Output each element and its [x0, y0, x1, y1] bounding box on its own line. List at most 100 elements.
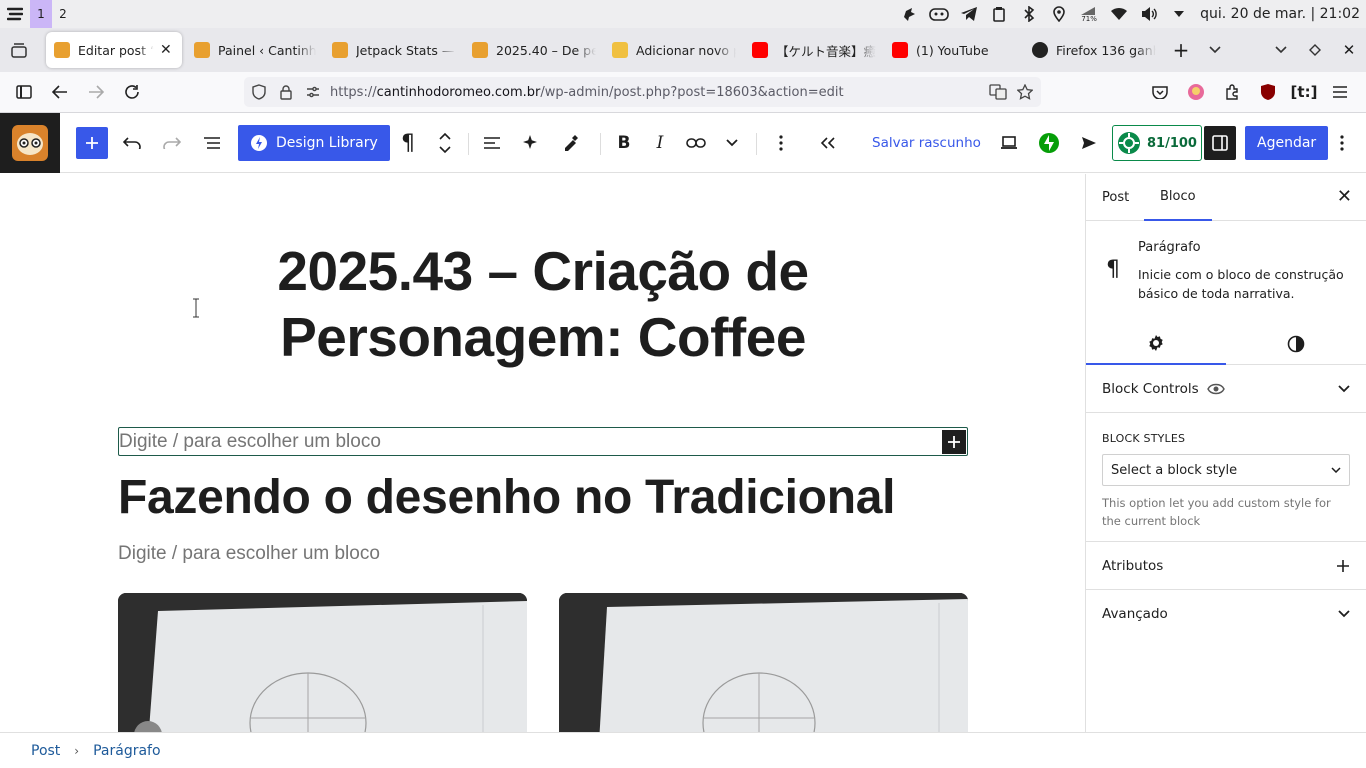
profile-avatar-icon[interactable] [1178, 72, 1214, 112]
attributes-panel[interactable]: Atributos [1086, 542, 1366, 590]
save-draft-button[interactable]: Salvar rascunho [872, 113, 981, 173]
battery-icon[interactable]: 71% [1074, 0, 1104, 28]
window-close-icon[interactable]: ✕ [1332, 28, 1366, 72]
post-title[interactable]: 2025.43 – Criação de Personagem: Coffee [118, 238, 968, 370]
block-placeholder: Digite / para escolher um bloco [119, 430, 381, 452]
tab-label: 2025.40 – De perto [496, 42, 596, 58]
jetpack-icon[interactable] [1034, 113, 1064, 173]
tab-youtube[interactable]: (1) YouTube [884, 32, 1024, 68]
inline-add-block-button[interactable] [942, 430, 966, 454]
tab-block[interactable]: Bloco [1144, 174, 1212, 221]
more-formatting-chevron-icon[interactable] [718, 113, 746, 173]
address-bar[interactable]: https://cantinhodoromeo.com.br/wp-admin/… [244, 77, 1041, 107]
translate-icon[interactable] [989, 84, 1007, 100]
seo-score-button[interactable]: 81/100 [1112, 113, 1202, 173]
tab-overview-icon[interactable] [0, 28, 38, 72]
publish-send-icon[interactable] [1074, 113, 1104, 173]
tab-label: Jetpack Stats — Cantinho do Romeo [356, 42, 456, 58]
align-icon[interactable] [476, 113, 508, 173]
clipboard-icon[interactable] [984, 0, 1014, 28]
chevron-down-icon [1338, 384, 1350, 393]
paragraph-icon[interactable]: ¶ [392, 113, 424, 173]
tab-firefox-136[interactable]: Firefox 136 ganha [1024, 32, 1164, 68]
new-tab-icon[interactable]: + [1164, 28, 1198, 72]
pocket-icon[interactable] [1142, 72, 1178, 112]
tab-painel[interactable]: Painel ‹ Cantinho do Romeo [186, 32, 324, 68]
paragraph-block[interactable]: Digite / para escolher um bloco [118, 539, 968, 569]
bookmark-star-icon[interactable] [1017, 84, 1033, 100]
sidebar-toggle-icon[interactable] [6, 72, 42, 112]
tab-novo-post[interactable]: Adicionar novo post [604, 32, 744, 68]
breadcrumb-post[interactable]: Post [31, 743, 60, 759]
lock-icon[interactable] [280, 84, 292, 100]
volume-icon[interactable] [1134, 0, 1164, 28]
redo-icon[interactable] [156, 113, 188, 173]
wifi-icon[interactable] [1104, 0, 1134, 28]
block-options-icon[interactable] [766, 113, 796, 173]
breadcrumb-paragraph[interactable]: Parágrafo [93, 743, 160, 759]
app-menu-icon[interactable] [0, 0, 30, 28]
location-icon[interactable] [1044, 0, 1074, 28]
reload-icon[interactable] [114, 72, 150, 112]
telegram-icon[interactable] [954, 0, 984, 28]
image-block-2[interactable] [559, 593, 968, 732]
tab-label: Adicionar novo post [636, 42, 736, 58]
tray-menu-chevron-icon[interactable] [1164, 0, 1194, 28]
tracking-shield-icon[interactable] [252, 84, 266, 100]
window-maximize-icon[interactable] [1298, 28, 1332, 72]
extensions-icon[interactable] [1214, 72, 1250, 112]
sidebar-tabs: Post Bloco ✕ [1086, 174, 1366, 221]
undo-icon[interactable] [116, 113, 148, 173]
close-tab-icon[interactable]: ✕ [160, 42, 172, 58]
add-block-button[interactable] [76, 113, 108, 173]
settings-tab-gear-icon[interactable] [1086, 322, 1226, 365]
schedule-button[interactable]: Agendar [1245, 113, 1329, 173]
image-block-1[interactable] [118, 593, 527, 732]
url-text[interactable]: https://cantinhodoromeo.com.br/wp-admin/… [330, 85, 844, 100]
settings-sidebar-toggle[interactable] [1204, 113, 1236, 173]
block-controls-panel[interactable]: Block Controls [1086, 365, 1366, 413]
bold-icon[interactable]: B [608, 113, 640, 173]
close-sidebar-icon[interactable]: ✕ [1337, 186, 1352, 207]
document-overview-icon[interactable] [196, 113, 228, 173]
tab-2025-40[interactable]: 2025.40 – De perto [464, 32, 604, 68]
move-up-down-icon[interactable] [432, 113, 458, 173]
link-icon[interactable] [680, 113, 712, 173]
styles-tab-contrast-icon[interactable] [1226, 322, 1366, 365]
tab-post[interactable]: Post [1102, 174, 1129, 221]
permissions-icon[interactable] [306, 86, 320, 98]
block-controls-label: Block Controls [1102, 380, 1199, 397]
window-minimize-icon[interactable] [1264, 28, 1298, 72]
heading-block[interactable]: Fazendo o desenho no Tradicional [118, 470, 895, 525]
preview-device-icon[interactable] [994, 113, 1024, 173]
design-library-button[interactable]: Design Library [238, 113, 390, 173]
tumblr-icon[interactable]: [t:] [1286, 72, 1322, 112]
collapse-toolbar-icon[interactable] [812, 113, 844, 173]
editor-options-icon[interactable] [1330, 113, 1354, 173]
workspace-1[interactable]: 1 [30, 0, 52, 28]
block-style-select[interactable]: Select a block style [1102, 454, 1350, 486]
workspace-2[interactable]: 2 [52, 0, 74, 28]
ublock-icon[interactable] [1250, 72, 1286, 112]
system-clock[interactable]: qui. 20 de mar. | 21:02 [1200, 6, 1360, 22]
back-icon[interactable] [42, 72, 78, 112]
forward-icon[interactable] [78, 72, 114, 112]
notification-icon[interactable] [894, 0, 924, 28]
paragraph-block-selected[interactable]: Digite / para escolher um bloco [118, 427, 968, 456]
cat-icon [332, 42, 348, 58]
tab-edit-post[interactable]: Editar post “2025.43 – Criação de Person… [46, 32, 182, 68]
wp-editor-toolbar: Design Library ¶ B I Salvar rascunho 81/… [0, 113, 1366, 173]
tab-jetpack-stats[interactable]: Jetpack Stats — Cantinho do Romeo [324, 32, 464, 68]
ai-sparkle-icon[interactable] [514, 113, 546, 173]
highlighter-icon[interactable] [554, 113, 586, 173]
youtube-icon [752, 42, 768, 58]
italic-icon[interactable]: I [644, 113, 676, 173]
tab-celtic-music[interactable]: 【ケルト音楽】癒し [744, 32, 884, 68]
site-logo[interactable] [0, 113, 60, 173]
gamepad-icon[interactable] [924, 0, 954, 28]
browser-menu-icon[interactable] [1322, 72, 1358, 112]
bluetooth-icon[interactable] [1014, 0, 1044, 28]
advanced-panel[interactable]: Avançado [1086, 590, 1366, 638]
block-style-select-value: Select a block style [1111, 462, 1238, 478]
tab-list-chevron-icon[interactable] [1198, 28, 1232, 72]
